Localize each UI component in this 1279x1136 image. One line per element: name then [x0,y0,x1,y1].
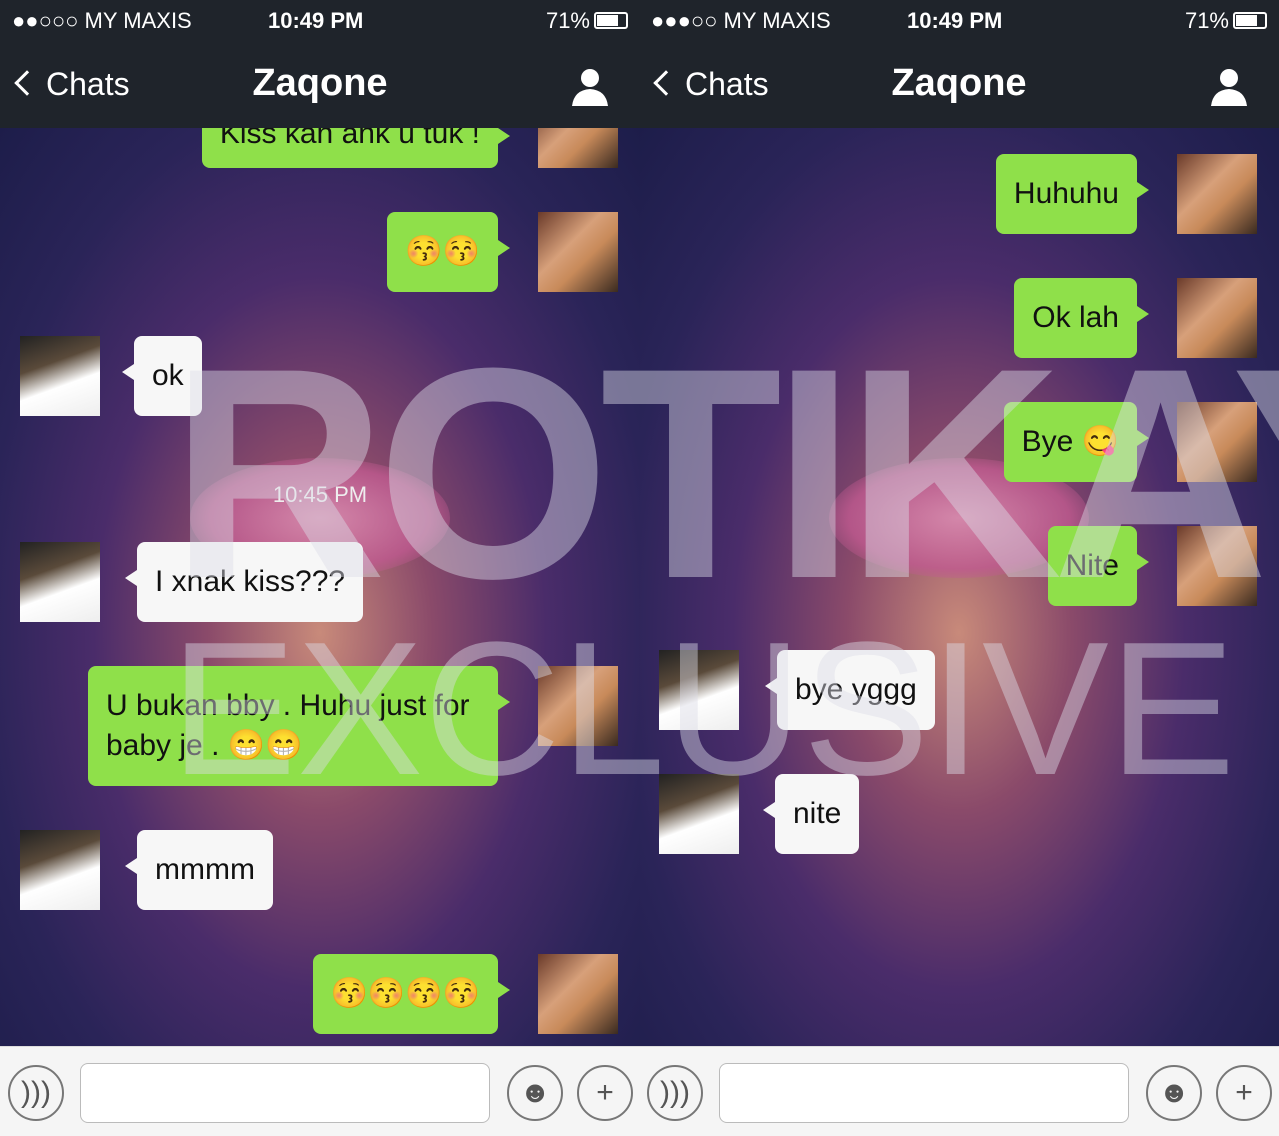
message-received[interactable]: mmmm [125,830,273,910]
avatar-self[interactable] [538,954,618,1034]
nav-bar: Chats Zaqone [639,42,1279,128]
clock: 10:49 PM [268,8,364,33]
avatar-self[interactable] [538,666,618,746]
plus-icon: + [596,1076,614,1109]
timestamp: 10:45 PM [272,482,368,507]
page-title: Zaqone [252,62,388,104]
smiley-icon: ☻ [519,1076,551,1109]
battery-icon [1233,12,1267,29]
clock: 10:49 PM [907,8,1003,33]
avatar-contact[interactable] [659,774,739,854]
avatar-self[interactable] [1177,278,1257,358]
message-sent[interactable]: Nite [1047,526,1150,606]
message-sent[interactable]: U bukan bby . Huhu just for baby je . 😁😁 [88,666,510,786]
message-sent[interactable]: 😚😚😚😚 [312,954,511,1034]
voice-icon: ))) [21,1076,51,1109]
plus-button[interactable]: + [577,1065,633,1121]
avatar-self[interactable] [1177,154,1257,234]
profile-icon[interactable] [570,66,610,106]
avatar-contact[interactable] [659,650,739,730]
battery-percent: 71% [545,8,590,33]
input-bar: ))) ☻ + [0,1046,640,1136]
message-sent[interactable]: Ok lah [1014,278,1149,358]
emoji-button[interactable]: ☻ [1146,1065,1202,1121]
smiley-icon: ☻ [1158,1076,1190,1109]
carrier: ●●●○○ MY MAXIS [651,8,831,33]
battery-percent: 71% [1184,8,1229,33]
battery-icon [594,12,628,29]
carrier: ●●○○○ MY MAXIS [12,8,192,33]
avatar-self[interactable] [1177,402,1257,482]
avatar-contact[interactable] [20,830,100,910]
avatar-self[interactable] [1177,526,1257,606]
avatar-self[interactable] [538,212,618,292]
voice-icon: ))) [660,1076,690,1109]
message-input[interactable] [719,1063,1129,1123]
page-title: Zaqone [891,62,1027,104]
profile-icon[interactable] [1209,66,1249,106]
nav-bar: Chats Zaqone [0,42,640,128]
voice-button[interactable]: ))) [8,1065,64,1121]
message-received[interactable]: bye yggg [765,650,935,730]
avatar-contact[interactable] [20,336,100,416]
status-bar: ●●●○○ MY MAXIS 10:49 PM 71% [639,0,1279,42]
message-received[interactable]: ok [122,336,202,416]
avatar-contact[interactable] [20,542,100,622]
plus-button[interactable]: + [1216,1065,1272,1121]
chat-screen-left: Kiss kan ank u tuk ! 😚😚 ok 10:45 PM I xn… [0,0,640,1136]
plus-icon: + [1235,1076,1253,1109]
message-sent[interactable]: Bye 😋 [1003,402,1150,482]
status-bar: ●●○○○ MY MAXIS 10:49 PM 71% [0,0,640,42]
emoji-button[interactable]: ☻ [507,1065,563,1121]
message-received[interactable]: I xnak kiss??? [124,542,364,622]
message-input[interactable] [80,1063,490,1123]
input-bar: ))) ☻ + [639,1046,1279,1136]
message-received[interactable]: nite [762,774,860,854]
chat-screen-right: Huhuhu Ok lah Bye 😋 Nite bye yggg nite R… [639,0,1279,1136]
message-sent[interactable]: Huhuhu [995,154,1150,234]
message-sent[interactable]: 😚😚 [387,212,510,292]
voice-button[interactable]: ))) [647,1065,703,1121]
